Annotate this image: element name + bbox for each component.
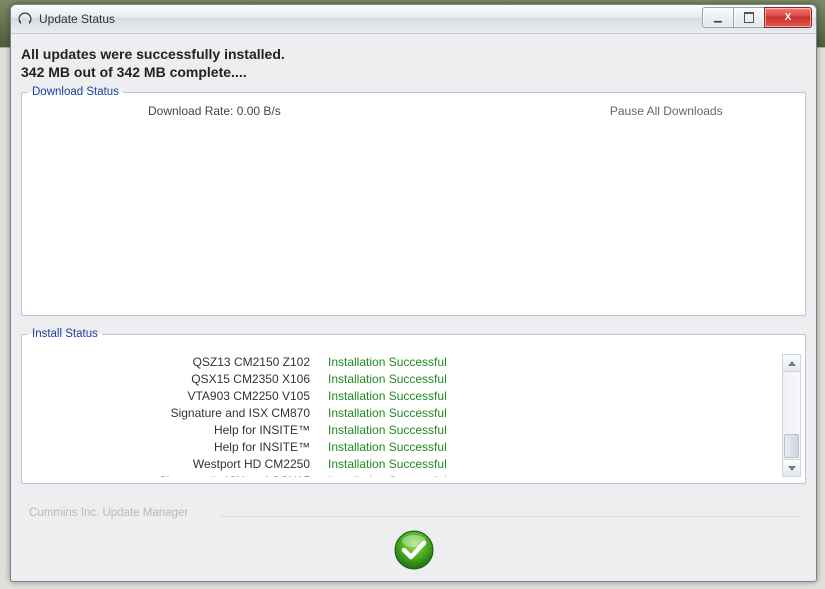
scroll-up-button[interactable] <box>783 355 800 372</box>
success-check-icon <box>393 529 435 571</box>
install-item-status: Installation Successful <box>328 354 779 371</box>
list-item: VTA903 CM2250 V105 Installation Successf… <box>28 388 779 405</box>
install-item-status: Installation Successful <box>328 405 779 422</box>
list-item: QSZ13 CM2150 Z102 Installation Successfu… <box>28 354 779 371</box>
footer: Cummins Inc. Update Manager <box>21 507 806 575</box>
install-list: QSZ13 CM2150 Z102 Installation Successfu… <box>28 354 779 477</box>
install-item-status: Installation Successful <box>328 422 779 439</box>
install-status-legend: Install Status <box>28 328 102 340</box>
install-item-status: Installation Successful <box>328 473 779 477</box>
install-item-name: Help for INSITE™ <box>28 422 328 439</box>
list-item: Signature and ISX CM870 Installation Suc… <box>28 405 779 422</box>
minimize-button[interactable]: ▁ <box>702 7 734 28</box>
close-icon: X <box>785 13 792 23</box>
install-item-status: Installation Successful <box>328 388 779 405</box>
close-button[interactable]: X <box>764 7 812 28</box>
install-item-name: Help for INSITE™ <box>28 439 328 456</box>
install-item-name: QSX15 CM2350 X106 <box>28 371 328 388</box>
download-rate-label: Download Rate: 0.00 B/s <box>28 104 534 118</box>
install-item-status: Installation Successful <box>328 439 779 456</box>
list-item: Westport HD CM2250 Installation Successf… <box>28 456 779 473</box>
maximize-button[interactable] <box>733 7 765 28</box>
success-heading: All updates were successfully installed. <box>21 46 806 62</box>
titlebar[interactable]: Update Status ▁ X <box>11 5 816 34</box>
progress-text: 342 MB out of 342 MB complete.... <box>21 64 806 80</box>
install-item-status: Installation Successful <box>328 371 779 388</box>
download-row: Download Rate: 0.00 B/s Pause All Downlo… <box>28 104 799 118</box>
install-status-group: Install Status QSZ13 CM2150 Z102 Install… <box>21 328 806 484</box>
list-item: Signature™ ISX and QSX15 Installation Su… <box>28 473 779 477</box>
list-item: Help for INSITE™ Installation Successful <box>28 439 779 456</box>
scroll-down-button[interactable] <box>783 459 800 476</box>
footer-divider <box>221 516 800 517</box>
install-item-name: Westport HD CM2250 <box>28 456 328 473</box>
download-status-group: Download Status Download Rate: 0.00 B/s … <box>21 86 806 316</box>
client-area: All updates were successfully installed.… <box>11 34 816 502</box>
minimize-icon: ▁ <box>714 13 722 23</box>
install-item-name: QSZ13 CM2150 Z102 <box>28 354 328 371</box>
window-controls: ▁ X <box>703 7 812 28</box>
chevron-down-icon <box>788 466 796 471</box>
scrollbar-thumb[interactable] <box>784 434 799 458</box>
install-item-status: Installation Successful <box>328 456 779 473</box>
install-item-name: Signature and ISX CM870 <box>28 405 328 422</box>
install-item-name: VTA903 CM2250 V105 <box>28 388 328 405</box>
update-status-window: Update Status ▁ X All updates were succe… <box>10 4 817 582</box>
pause-all-downloads-link[interactable]: Pause All Downloads <box>534 104 800 118</box>
download-status-legend: Download Status <box>28 86 123 98</box>
list-item: QSX15 CM2350 X106 Installation Successfu… <box>28 371 779 388</box>
window-title: Update Status <box>39 12 115 26</box>
maximize-icon <box>744 12 754 23</box>
list-item: Help for INSITE™ Installation Successful <box>28 422 779 439</box>
install-item-name: Signature™ ISX and QSX15 <box>28 473 328 477</box>
vendor-label: Cummins Inc. Update Manager <box>29 507 188 519</box>
app-icon <box>17 11 33 27</box>
chevron-up-icon <box>788 361 796 366</box>
install-scrollbar[interactable] <box>782 354 801 477</box>
